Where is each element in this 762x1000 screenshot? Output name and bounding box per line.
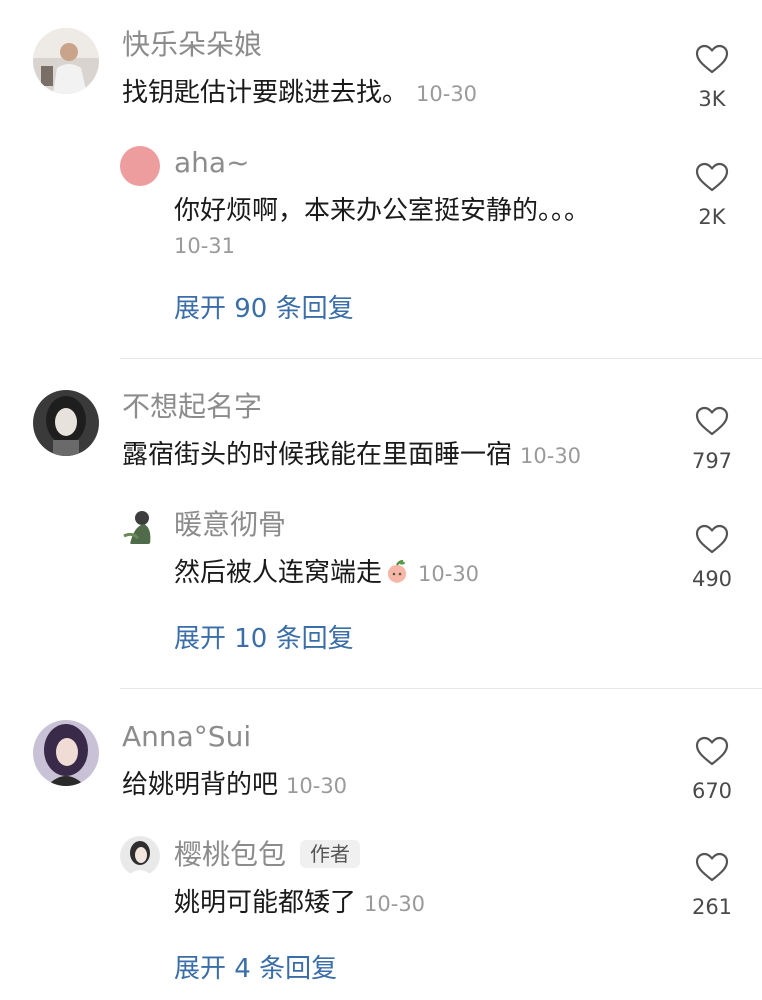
comment-body: 露宿街头的时候我能在里面睡一宿: [122, 440, 513, 470]
reply-text: 然后被人连窝端走 10-30: [174, 556, 479, 591]
comment-time: 10-30: [520, 444, 582, 468]
avatar[interactable]: [33, 720, 99, 786]
like-count: 261: [691, 895, 733, 919]
comment-body: 给姚明背的吧: [122, 770, 279, 800]
author-badge: 作者: [300, 840, 361, 868]
comment-text: 给姚明背的吧 10-30: [122, 768, 347, 803]
comment-body: 找钥匙估计要跳进去找。: [122, 78, 409, 108]
like-count: 490: [691, 567, 733, 591]
divider: [120, 688, 762, 689]
like-count: 797: [691, 449, 733, 473]
like-count: 2K: [698, 205, 726, 229]
like-count: 670: [691, 779, 733, 803]
reply-body: 你好烦啊，本来办公室挺安静的。。。: [174, 196, 591, 226]
reply-time: 10-31: [174, 234, 236, 258]
avatar[interactable]: [120, 146, 160, 186]
expand-replies-link[interactable]: 展开 4 条回复: [174, 952, 337, 986]
like-button[interactable]: 2K: [672, 162, 752, 230]
reply-time: 10-30: [364, 892, 426, 916]
comment-text: 露宿街头的时候我能在里面睡一宿 10-30: [122, 438, 581, 473]
comment-username[interactable]: Anna°Sui: [122, 720, 251, 754]
reply-username-text[interactable]: 樱桃包包: [174, 838, 286, 871]
like-button[interactable]: 3K: [672, 44, 752, 112]
heart-outline-icon: [695, 162, 729, 192]
expand-replies-link[interactable]: 展开 10 条回复: [174, 622, 354, 656]
avatar[interactable]: [33, 28, 99, 94]
comment-time: 10-30: [416, 82, 478, 106]
reply-username: 樱桃包包 作者: [174, 838, 361, 872]
like-button[interactable]: 490: [672, 524, 752, 592]
heart-outline-icon: [695, 406, 729, 436]
comment-username[interactable]: 快乐朵朵娘: [122, 28, 262, 62]
like-button[interactable]: 670: [672, 736, 752, 804]
reply-username[interactable]: 暖意彻骨: [174, 508, 286, 542]
heart-outline-icon: [695, 524, 729, 554]
like-button[interactable]: 797: [672, 406, 752, 474]
divider: [120, 358, 762, 359]
heart-outline-icon: [695, 852, 729, 882]
heart-outline-icon: [695, 44, 729, 74]
heart-outline-icon: [695, 736, 729, 766]
reply-body: 然后被人连窝端走: [174, 558, 383, 588]
like-button[interactable]: 261: [672, 852, 752, 920]
comment-text: 找钥匙估计要跳进去找。 10-30: [122, 76, 477, 111]
avatar[interactable]: [120, 506, 160, 546]
peach-emoji-icon: [384, 559, 410, 585]
reply-text: 姚明可能都矮了 10-30: [174, 886, 425, 921]
comment-time: 10-30: [286, 774, 348, 798]
reply-username[interactable]: aha~: [174, 146, 250, 180]
reply-body: 姚明可能都矮了: [174, 888, 357, 918]
expand-replies-link[interactable]: 展开 90 条回复: [174, 292, 354, 326]
avatar[interactable]: [120, 836, 160, 876]
like-count: 3K: [698, 87, 726, 111]
comment-username[interactable]: 不想起名字: [122, 390, 262, 424]
reply-time: 10-30: [418, 562, 480, 586]
avatar[interactable]: [33, 390, 99, 456]
